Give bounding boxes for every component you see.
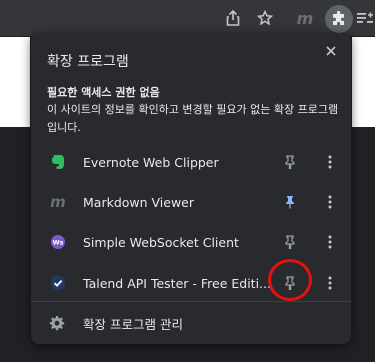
browser-toolbar: m	[0, 0, 375, 36]
page-background	[0, 37, 30, 127]
extension-row-markdown-viewer[interactable]: m Markdown Viewer	[31, 182, 351, 222]
pin-filled-icon	[286, 196, 294, 209]
more-options-button[interactable]	[322, 154, 338, 170]
popup-divider	[31, 301, 351, 302]
more-vert-icon	[328, 195, 332, 209]
markdown-icon: m	[50, 193, 66, 211]
extensions-button[interactable]	[325, 5, 353, 33]
close-button[interactable]	[321, 41, 341, 61]
extension-row-evernote[interactable]: Evernote Web Clipper	[31, 142, 351, 182]
puzzle-icon	[333, 11, 344, 25]
extensions-popup: 확장 프로그램 필요한 액세스 권한 없음 이 사이트의 정보를 확인하고 변경…	[31, 33, 351, 344]
popup-title: 확장 프로그램	[47, 54, 129, 70]
section-heading: 필요한 액세스 권한 없음	[47, 86, 160, 99]
markdown-toolbar-icon[interactable]: m	[295, 8, 315, 28]
extension-name: Talend API Tester - Free Editi...	[83, 275, 271, 291]
evernote-icon	[50, 154, 66, 170]
pin-icon	[285, 235, 295, 249]
more-vert-icon	[328, 235, 332, 249]
section-description: 이 사이트의 정보를 확인하고 변경할 필요가 없는 확장 프로그램입니다.	[47, 103, 339, 134]
pin-button[interactable]	[282, 194, 298, 210]
pin-button[interactable]	[282, 154, 298, 170]
extension-row-websocket-client[interactable]: Ws Simple WebSocket Client	[31, 222, 351, 262]
more-options-button[interactable]	[322, 234, 338, 250]
more-vert-icon	[328, 276, 332, 290]
svg-text:Ws: Ws	[52, 239, 63, 247]
more-options-button[interactable]	[322, 194, 338, 210]
page-background	[352, 37, 375, 127]
pin-button[interactable]	[282, 234, 298, 250]
manage-extensions-label: 확장 프로그램 관리	[83, 316, 183, 332]
extension-name: Simple WebSocket Client	[83, 234, 239, 250]
manage-extensions-button[interactable]: 확장 프로그램 관리	[31, 306, 351, 340]
pin-icon	[285, 155, 295, 169]
highlight-circle	[268, 259, 312, 301]
close-icon	[326, 46, 336, 56]
extension-name: Markdown Viewer	[83, 194, 195, 210]
more-options-button[interactable]	[322, 275, 338, 291]
gear-icon	[49, 316, 65, 331]
reading-list-icon[interactable]	[355, 8, 375, 28]
share-icon[interactable]	[223, 8, 243, 28]
websocket-icon: Ws	[50, 234, 66, 250]
bookmark-star-icon[interactable]	[255, 8, 275, 28]
more-vert-icon	[328, 155, 332, 169]
extension-name: Evernote Web Clipper	[83, 154, 219, 170]
talend-icon	[50, 275, 66, 291]
